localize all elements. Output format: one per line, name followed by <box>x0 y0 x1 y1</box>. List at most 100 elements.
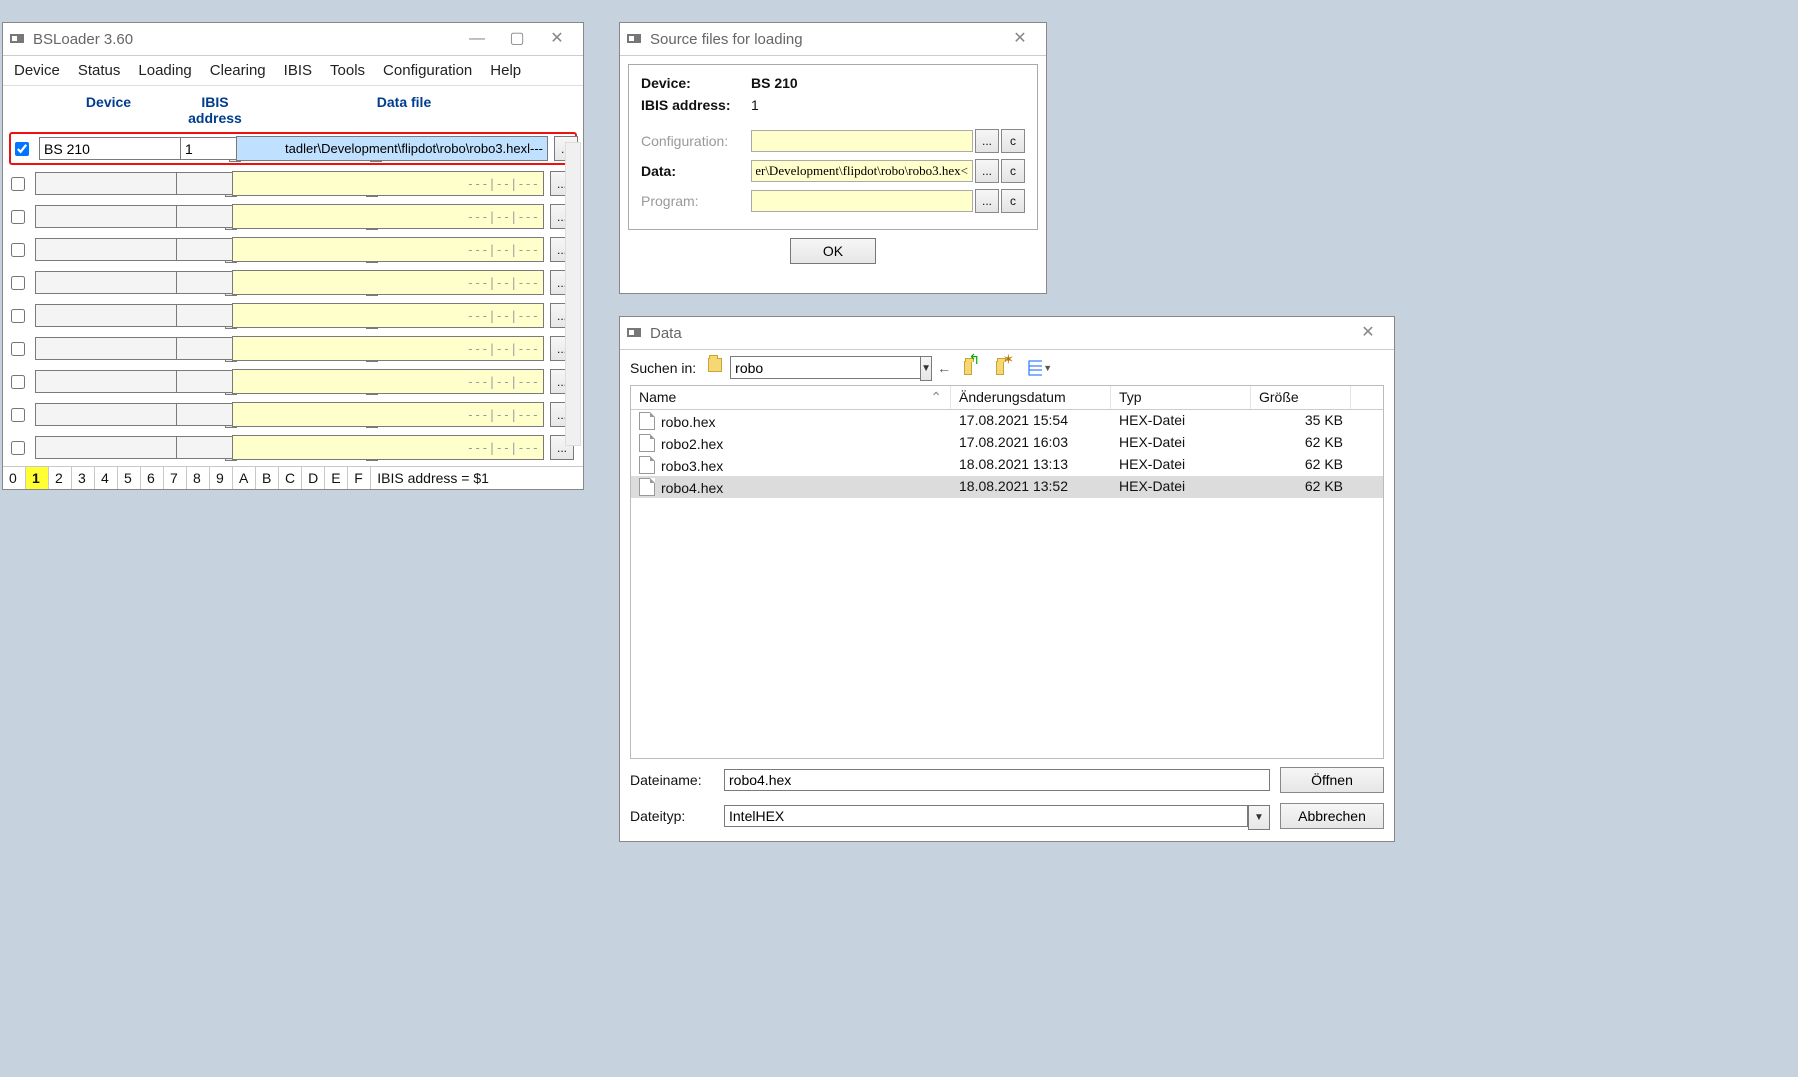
open-button[interactable]: Öffnen <box>1280 767 1384 793</box>
footer-cell-F[interactable]: F <box>348 467 371 489</box>
footer-cell-C[interactable]: C <box>279 467 302 489</box>
datafile-field[interactable]: ---|--|--- <box>232 369 544 394</box>
ibis-combo[interactable]: ▼ <box>176 370 226 393</box>
chevron-down-icon[interactable]: ▼ <box>1248 805 1270 830</box>
ibis-combo[interactable]: ▼ <box>176 271 226 294</box>
ibis-combo[interactable]: ▼ <box>176 436 226 459</box>
datafile-field[interactable]: ---|--|--- <box>232 237 544 262</box>
device-combo[interactable]: ▼ <box>35 370 170 393</box>
program-clear-button[interactable]: c <box>1001 189 1025 213</box>
menu-clearing[interactable]: Clearing <box>201 58 275 83</box>
ok-button[interactable]: OK <box>790 238 876 264</box>
config-field[interactable] <box>751 130 973 152</box>
menu-help[interactable]: Help <box>481 58 530 83</box>
file-row[interactable]: robo3.hex18.08.2021 13:13HEX-Datei62 KB <box>631 454 1383 476</box>
filename-field[interactable] <box>724 769 1270 791</box>
row-checkbox[interactable] <box>11 309 25 323</box>
program-field[interactable] <box>751 190 973 212</box>
row-checkbox[interactable] <box>15 142 29 156</box>
data-field[interactable] <box>751 160 973 182</box>
ibis-combo[interactable]: ▼ <box>176 403 226 426</box>
ibis-combo[interactable]: ▼ <box>176 172 226 195</box>
file-row[interactable]: robo2.hex17.08.2021 16:03HEX-Datei62 KB <box>631 432 1383 454</box>
footer-cell-3[interactable]: 3 <box>72 467 95 489</box>
col-name[interactable]: Name⌃ <box>631 386 951 409</box>
device-combo[interactable]: ▼ <box>35 436 170 459</box>
datafile-field[interactable]: ---|--|--- <box>232 270 544 295</box>
search-in-combo[interactable]: ▼ <box>704 356 924 379</box>
menu-device[interactable]: Device <box>5 58 69 83</box>
footer-cell-B[interactable]: B <box>256 467 279 489</box>
back-icon[interactable]: ← <box>932 357 956 379</box>
data-browse-button[interactable]: ... <box>975 159 999 183</box>
ibis-combo[interactable]: ▼ <box>176 304 226 327</box>
view-menu-icon[interactable]: ▼ <box>1028 357 1052 379</box>
col-date[interactable]: Änderungsdatum <box>951 386 1111 409</box>
row-checkbox[interactable] <box>11 408 25 422</box>
config-clear-button[interactable]: c <box>1001 129 1025 153</box>
device-combo[interactable]: ▼ <box>35 271 170 294</box>
datafile-field[interactable]: ---|--|--- <box>232 336 544 361</box>
program-browse-button[interactable]: ... <box>975 189 999 213</box>
footer-cell-D[interactable]: D <box>302 467 325 489</box>
footer-cell-A[interactable]: A <box>233 467 256 489</box>
device-combo[interactable]: ▼ <box>35 172 170 195</box>
footer-cell-E[interactable]: E <box>325 467 348 489</box>
minimize-button[interactable]: — <box>457 25 497 53</box>
menu-ibis[interactable]: IBIS <box>275 58 321 83</box>
row-checkbox[interactable] <box>11 441 25 455</box>
filetype-field[interactable] <box>724 805 1248 827</box>
maximize-button[interactable]: ▢ <box>497 25 537 53</box>
datafile-field[interactable]: ---|--|--- <box>232 435 544 460</box>
row-checkbox[interactable] <box>11 276 25 290</box>
footer-cell-2[interactable]: 2 <box>49 467 72 489</box>
folder-up-icon[interactable]: ↰ <box>964 357 988 379</box>
device-combo[interactable]: ▼ <box>35 238 170 261</box>
datafile-field[interactable]: ---|--|--- <box>232 204 544 229</box>
cancel-button[interactable]: Abbrechen <box>1280 803 1384 829</box>
footer-cell-5[interactable]: 5 <box>118 467 141 489</box>
row-checkbox[interactable] <box>11 342 25 356</box>
menu-configuration[interactable]: Configuration <box>374 58 481 83</box>
datafile-field[interactable]: tadler\Development\flipdot\robo\robo3.he… <box>236 136 548 161</box>
footer-cell-8[interactable]: 8 <box>187 467 210 489</box>
data-clear-button[interactable]: c <box>1001 159 1025 183</box>
menu-tools[interactable]: Tools <box>321 58 374 83</box>
row-checkbox[interactable] <box>11 243 25 257</box>
datafile-field[interactable]: ---|--|--- <box>232 171 544 196</box>
col-type[interactable]: Typ <box>1111 386 1251 409</box>
chevron-down-icon[interactable]: ▼ <box>920 356 932 381</box>
footer-cell-9[interactable]: 9 <box>210 467 233 489</box>
filetype-combo[interactable]: ▼ <box>724 805 1270 828</box>
close-button[interactable]: ✕ <box>1000 25 1040 53</box>
datafile-field[interactable]: ---|--|--- <box>232 402 544 427</box>
device-combo[interactable]: ▼ <box>35 403 170 426</box>
vertical-scrollbar[interactable] <box>565 142 581 446</box>
new-folder-icon[interactable]: ✶ <box>996 357 1020 379</box>
device-combo[interactable]: ▼ <box>39 137 174 160</box>
config-browse-button[interactable]: ... <box>975 129 999 153</box>
device-combo[interactable]: ▼ <box>35 205 170 228</box>
row-checkbox[interactable] <box>11 375 25 389</box>
file-row[interactable]: robo.hex17.08.2021 15:54HEX-Datei35 KB <box>631 410 1383 432</box>
row-checkbox[interactable] <box>11 210 25 224</box>
file-row[interactable]: robo4.hex18.08.2021 13:52HEX-Datei62 KB <box>631 476 1383 498</box>
footer-cell-0[interactable]: 0 <box>3 467 26 489</box>
menu-status[interactable]: Status <box>69 58 130 83</box>
ibis-combo[interactable]: ▼ <box>176 337 226 360</box>
device-combo[interactable]: ▼ <box>35 337 170 360</box>
close-button[interactable]: ✕ <box>537 25 577 53</box>
ibis-combo[interactable]: ▼ <box>176 205 226 228</box>
datafile-field[interactable]: ---|--|--- <box>232 303 544 328</box>
menu-loading[interactable]: Loading <box>129 58 200 83</box>
row-checkbox[interactable] <box>11 177 25 191</box>
search-in-field[interactable] <box>730 356 920 379</box>
footer-cell-4[interactable]: 4 <box>95 467 118 489</box>
footer-cell-1[interactable]: 1 <box>26 467 49 489</box>
close-button[interactable]: ✕ <box>1348 319 1388 347</box>
ibis-combo[interactable]: ▼ <box>180 137 230 160</box>
footer-cell-7[interactable]: 7 <box>164 467 187 489</box>
col-size[interactable]: Größe <box>1251 386 1351 409</box>
ibis-combo[interactable]: ▼ <box>176 238 226 261</box>
file-list[interactable]: Name⌃ Änderungsdatum Typ Größe robo.hex1… <box>630 385 1384 759</box>
